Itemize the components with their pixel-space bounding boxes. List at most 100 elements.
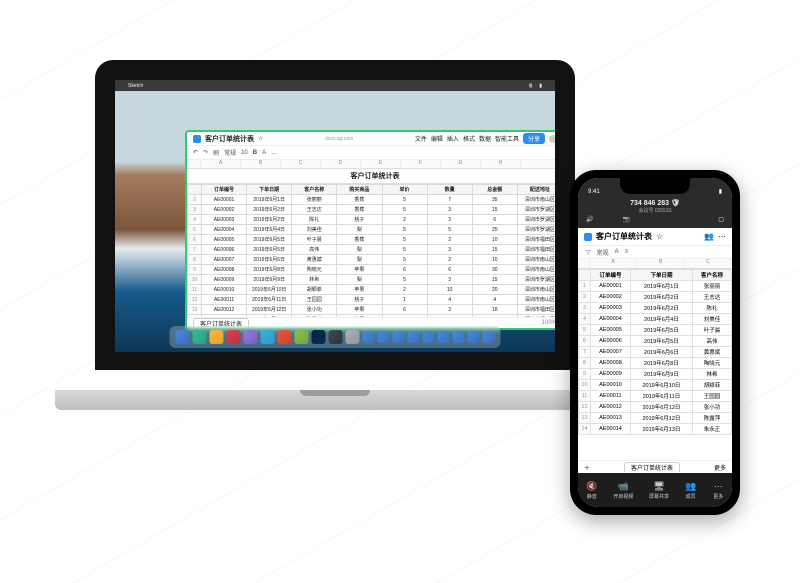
dock-app-trash[interactable] — [483, 331, 495, 343]
redo-button[interactable]: ↷ — [203, 149, 208, 156]
table-row[interactable]: 4AE000042019年6月4日刘美佳 — [579, 314, 732, 325]
table-row[interactable]: 5AE000052019年6月5日叶子晨 — [579, 325, 732, 336]
phone-more-link[interactable]: 更多 — [714, 463, 726, 472]
table-row[interactable]: 8AE000072019年6月6日黄惠斌梨5210深圳市南山区 — [188, 255, 563, 265]
menu-edit[interactable]: 编辑 — [431, 134, 443, 143]
data-grid[interactable]: 订单编号下单日期客户名称购买商品单价数量总金额配送地址2AE000012019年… — [187, 184, 563, 317]
font-button[interactable]: 常规 — [597, 248, 609, 257]
font-size[interactable]: 10 — [241, 150, 248, 156]
dock-app-ae[interactable] — [363, 331, 375, 343]
table-row[interactable]: 3AE000032019年6月2日陈礼 — [579, 303, 732, 314]
dock-app-mail[interactable] — [210, 330, 224, 344]
table-row[interactable]: 8AE000082019年6月8日陶晓元 — [579, 358, 732, 369]
column-header[interactable]: 单价 — [382, 185, 427, 195]
table-row[interactable]: 1AE000012019年6月1日张丽丽 — [579, 281, 732, 292]
table-row[interactable]: 14AE000142019年6月13日朱永正 — [579, 424, 732, 435]
col-letter[interactable]: D — [321, 160, 361, 168]
dock-app-excel[interactable] — [393, 331, 405, 343]
table-row[interactable]: 11AE000102019年6月10日胡颖菲苹果21020深圳市南山区 — [188, 285, 563, 295]
table-row[interactable]: 6AE000052019年6月5日叶子晨香蕉5210深圳市福田区 — [188, 235, 563, 245]
table-row[interactable]: 9AE000082019年6月8日陶晓元苹果6630深圳市南山区 — [188, 265, 563, 275]
col-letter[interactable]: G — [441, 160, 481, 168]
col-letter[interactable]: H — [481, 160, 521, 168]
column-header[interactable]: 客户名称 — [292, 185, 337, 195]
column-header[interactable]: 购买商品 — [337, 185, 382, 195]
format-painter-button[interactable]: 刷 — [213, 148, 219, 157]
dock-app-lr[interactable] — [329, 330, 343, 344]
star-icon[interactable]: ☆ — [656, 232, 663, 241]
menu-format[interactable]: 格式 — [463, 134, 475, 143]
table-row[interactable]: 11AE000112019年6月11日王园园 — [579, 391, 732, 402]
table-row[interactable]: 7AE000072019年6月6日黄惠斌 — [579, 347, 732, 358]
font-select[interactable]: 常规 — [224, 148, 236, 157]
col-letter[interactable]: C — [685, 259, 732, 268]
minimize-icon[interactable]: ▢ — [718, 216, 724, 223]
col-letter[interactable]: F — [401, 160, 441, 168]
dock-app-ppt[interactable] — [408, 331, 420, 343]
column-header[interactable]: 下单日期 — [630, 270, 692, 281]
column-header[interactable]: 订单编号 — [202, 185, 247, 195]
dock-app-pr[interactable] — [346, 330, 360, 344]
collab-icon[interactable]: 👥 — [704, 232, 714, 241]
col-letter[interactable] — [187, 160, 201, 168]
dock-app-ps[interactable] — [261, 330, 275, 344]
column-header[interactable]: 总金额 — [472, 185, 517, 195]
table-row[interactable]: 2AE000022019年6月2日王志达 — [579, 292, 732, 303]
dock-app-wechat[interactable] — [423, 331, 435, 343]
dock-app-dw[interactable] — [312, 330, 326, 344]
star-icon[interactable]: ☆ — [258, 135, 263, 142]
col-letter[interactable]: A — [201, 160, 241, 168]
table-row[interactable]: 4AE000032019年6月2日陈礼桃子236深圳市罗湖区 — [188, 215, 563, 225]
table-row[interactable]: 9AE000092019年6月9日林希 — [579, 369, 732, 380]
more-icon[interactable]: ⋯ — [718, 232, 726, 241]
dock-app-terminal[interactable] — [468, 331, 480, 343]
column-header[interactable]: 配送地址 — [517, 185, 562, 195]
macos-dock[interactable] — [170, 326, 501, 348]
dock-app-messages[interactable] — [244, 330, 258, 344]
table-row[interactable]: 6AE000062019年6月5日高伟 — [579, 336, 732, 347]
column-header[interactable]: 订单编号 — [591, 270, 631, 281]
table-row[interactable]: 7AE000062019年6月5日高伟梨5315深圳市福田区 — [188, 245, 563, 255]
col-letter[interactable]: B — [637, 259, 684, 268]
text-color-button[interactable]: A — [262, 150, 266, 156]
call-更多[interactable]: ⋯更多 — [712, 480, 724, 500]
table-row[interactable]: 10AE000102019年6月10日胡颖菲 — [579, 380, 732, 391]
phone-data-grid[interactable]: 订单编号下单日期客户名称1AE000012019年6月1日张丽丽2AE00002… — [578, 269, 732, 435]
zoom-level[interactable]: 100% — [542, 320, 557, 326]
column-header[interactable]: 客户名称 — [692, 270, 731, 281]
dock-app-photos[interactable] — [227, 330, 241, 344]
more-button[interactable]: … — [271, 150, 277, 156]
column-header[interactable]: 数量 — [427, 185, 472, 195]
camera-icon[interactable]: 📷 — [623, 216, 630, 223]
filter-button[interactable]: ▽ — [586, 249, 591, 256]
align-button[interactable]: ≡ — [625, 249, 629, 255]
phone-sheet-tab[interactable]: 客户订单统计表 — [624, 462, 680, 472]
menu-data[interactable]: 数据 — [479, 134, 491, 143]
table-row[interactable]: 5AE000042019年6月4日刘美佳梨5525深圳市罗湖区 — [188, 225, 563, 235]
call-静音[interactable]: 🔇静音 — [586, 480, 598, 500]
dock-app-qq[interactable] — [438, 331, 450, 343]
table-row[interactable]: 12AE000122019年6月12日张小功 — [579, 402, 732, 413]
dock-app-finder[interactable] — [176, 330, 190, 344]
col-letter[interactable] — [578, 259, 590, 268]
table-row[interactable]: 12AE000112019年6月11日王园园桃子144深圳市南山区 — [188, 295, 563, 305]
dock-app-id[interactable] — [295, 330, 309, 344]
call-成员[interactable]: 👥成员 — [685, 480, 697, 500]
table-row[interactable]: 10AE000092019年6月9日林希梨5315深圳市罗湖区 — [188, 275, 563, 285]
col-letter[interactable]: E — [361, 160, 401, 168]
table-row[interactable]: 3AE000022019年6月2日王志达香蕉5315深圳市罗湖区 — [188, 205, 563, 215]
menu-file[interactable]: 文件 — [415, 134, 427, 143]
call-屏幕共享[interactable]: 🖥屏幕共享 — [649, 480, 669, 500]
col-letter[interactable]: A — [590, 259, 637, 268]
undo-button[interactable]: ↶ — [193, 149, 198, 156]
dock-app-chrome[interactable] — [453, 331, 465, 343]
share-button[interactable]: 分享 — [523, 133, 545, 144]
table-row[interactable]: 2AE000012019年6月1日张丽丽香蕉5735深圳市南山区 — [188, 195, 563, 205]
menu-tools[interactable]: 智能工具 — [495, 134, 519, 143]
table-row[interactable]: 13AE000132019年6月12日陈露萍 — [579, 413, 732, 424]
table-row[interactable]: 13AE000122019年6月12日张小功苹果6318深圳市福田区 — [188, 305, 563, 315]
bold-button[interactable]: B — [253, 150, 257, 156]
menu-insert[interactable]: 插入 — [447, 134, 459, 143]
column-header[interactable]: 下单日期 — [247, 185, 292, 195]
col-letter[interactable]: B — [241, 160, 281, 168]
